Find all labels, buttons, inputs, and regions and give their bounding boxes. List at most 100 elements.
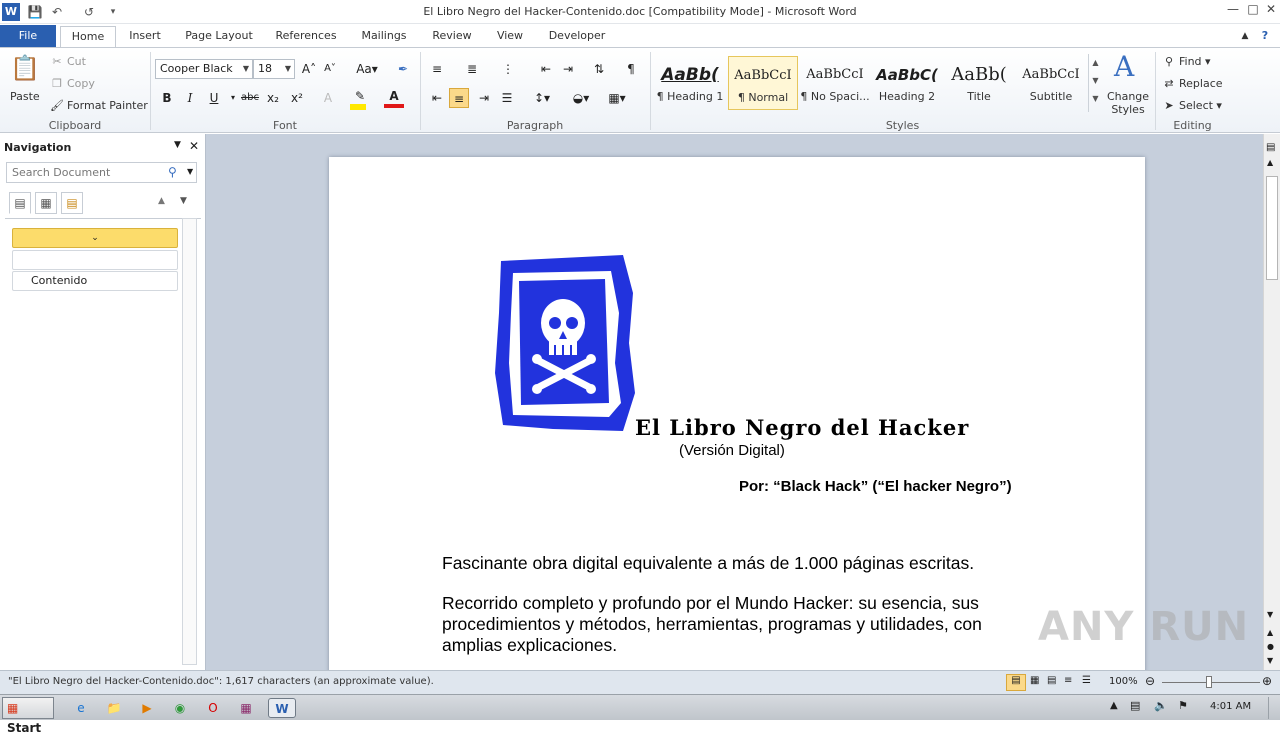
volume-icon[interactable]: 🔈 bbox=[1154, 699, 1168, 712]
style-heading-1[interactable]: AaBb(¶ Heading 1 bbox=[655, 56, 725, 110]
previous-heading-icon[interactable]: ▲ bbox=[158, 196, 165, 206]
tab-home[interactable]: Home bbox=[60, 26, 116, 47]
nav-heading-item[interactable] bbox=[12, 250, 178, 270]
tab-file[interactable]: File bbox=[0, 25, 56, 47]
action-center-flag-icon[interactable]: ⚑ bbox=[1178, 699, 1188, 712]
nav-heading-item-selected[interactable]: ⌄ bbox=[12, 228, 178, 248]
nav-heading-contenido[interactable]: Contenido bbox=[12, 271, 178, 291]
zoom-in-icon[interactable]: ⊕ bbox=[1262, 674, 1272, 688]
multilevel-list-icon[interactable]: ⋮ bbox=[498, 59, 518, 79]
bold-button[interactable]: B bbox=[157, 88, 177, 108]
help-icon[interactable]: ? bbox=[1256, 26, 1274, 47]
superscript-button[interactable]: x² bbox=[287, 88, 307, 108]
sort-icon[interactable]: ⇅ bbox=[589, 59, 609, 79]
find-button[interactable]: ⚲ Find ▾ bbox=[1162, 55, 1211, 68]
style-subtitle[interactable]: AaBbCcI Subtitle bbox=[1016, 56, 1086, 110]
minimize-ribbon-icon[interactable]: ▲ bbox=[1236, 26, 1254, 47]
scroll-up-icon[interactable]: ▲ bbox=[1267, 158, 1273, 167]
justify-icon[interactable]: ☰ bbox=[497, 88, 517, 108]
draft-icon[interactable]: ☰ bbox=[1082, 675, 1091, 686]
ie-icon[interactable]: e bbox=[70, 698, 92, 718]
strikethrough-button[interactable]: abc bbox=[238, 88, 262, 108]
copy-button[interactable]: ❐ Copy bbox=[50, 77, 95, 90]
shading-icon[interactable]: ◒▾ bbox=[568, 88, 594, 108]
font-size-combo[interactable]: 18 ▼ bbox=[253, 59, 295, 79]
tab-insert[interactable]: Insert bbox=[122, 26, 168, 47]
document-page[interactable]: El Libro Negro del Hacker (Versión Digit… bbox=[329, 157, 1145, 670]
subscript-button[interactable]: x₂ bbox=[263, 88, 283, 108]
scroll-down-icon[interactable]: ▼ bbox=[1267, 610, 1273, 619]
next-page-icon[interactable]: ▼ bbox=[1267, 656, 1273, 665]
style-title[interactable]: AaBb(Title bbox=[944, 56, 1014, 110]
change-styles-button[interactable]: Change Styles bbox=[1106, 90, 1150, 116]
italic-button[interactable]: I bbox=[180, 88, 200, 108]
print-layout-icon[interactable]: ▤ bbox=[1006, 674, 1026, 691]
maximize-icon[interactable]: □ bbox=[1244, 2, 1262, 18]
select-browse-object-icon[interactable]: ● bbox=[1267, 642, 1274, 651]
tab-developer[interactable]: Developer bbox=[544, 26, 610, 47]
winrar-icon[interactable]: ▦ bbox=[235, 698, 257, 718]
borders-icon[interactable]: ▦▾ bbox=[604, 88, 630, 108]
select-button[interactable]: ➤ Select ▾ bbox=[1162, 99, 1222, 112]
decrease-indent-icon[interactable]: ⇤ bbox=[536, 59, 556, 79]
pilcrow-icon[interactable]: ¶ bbox=[621, 59, 641, 79]
previous-page-icon[interactable]: ▲ bbox=[1267, 628, 1273, 637]
shrink-font-icon[interactable]: A˅ bbox=[320, 59, 340, 79]
highlight-icon[interactable]: ✎ bbox=[350, 86, 370, 106]
align-right-icon[interactable]: ⇥ bbox=[474, 88, 494, 108]
style-normal[interactable]: AaBbCcI ¶ Normal bbox=[728, 56, 798, 110]
tab-mailings[interactable]: Mailings bbox=[352, 26, 416, 47]
styles-scroll-icon[interactable]: ▲ ▼ ▼ bbox=[1088, 54, 1102, 112]
nav-scrollbar[interactable] bbox=[182, 218, 197, 665]
browse-pages-icon[interactable]: ▦ bbox=[35, 192, 57, 214]
full-screen-reading-icon[interactable]: ▦ bbox=[1030, 675, 1039, 686]
line-spacing-icon[interactable]: ↕▾ bbox=[530, 88, 554, 108]
zoom-out-icon[interactable]: ⊖ bbox=[1145, 674, 1155, 688]
bullets-icon[interactable]: ≡ bbox=[427, 59, 447, 79]
grow-font-icon[interactable]: A˄ bbox=[299, 59, 319, 79]
style-no-spacing[interactable]: AaBbCcI ¶ No Spaci... bbox=[800, 56, 870, 110]
underline-button[interactable]: U bbox=[204, 88, 224, 108]
close-icon[interactable]: ✕ bbox=[1262, 2, 1280, 18]
clear-formatting-icon[interactable]: ✒ bbox=[393, 59, 413, 79]
zoom-level[interactable]: 100% bbox=[1109, 676, 1138, 687]
web-layout-icon[interactable]: ▤ bbox=[1047, 675, 1056, 686]
search-icon[interactable]: ⚲ bbox=[168, 165, 177, 179]
scroll-thumb[interactable] bbox=[1266, 176, 1278, 280]
next-heading-icon[interactable]: ▼ bbox=[180, 196, 187, 206]
font-name-combo[interactable]: Cooper Black ▼ bbox=[155, 59, 253, 79]
word-taskbar-icon[interactable]: W bbox=[268, 698, 296, 718]
tab-page-layout[interactable]: Page Layout bbox=[180, 26, 258, 47]
tab-view[interactable]: View bbox=[490, 26, 530, 47]
format-painter-button[interactable]: 🖌 Format Painter bbox=[50, 99, 148, 112]
network-icon[interactable]: ▤ bbox=[1130, 699, 1140, 712]
browse-headings-icon[interactable]: ▤ bbox=[9, 192, 31, 214]
change-case-icon[interactable]: Aa▾ bbox=[354, 59, 380, 79]
nav-close-icon[interactable]: ✕ bbox=[189, 139, 199, 153]
chrome-icon[interactable]: ◉ bbox=[169, 698, 191, 718]
outline-icon[interactable]: ≡ bbox=[1064, 675, 1072, 686]
text-effects-icon[interactable]: A bbox=[318, 88, 338, 108]
style-heading-2[interactable]: AaBbC(Heading 2 bbox=[872, 56, 942, 110]
search-dropdown-icon[interactable]: ▼ bbox=[187, 167, 193, 176]
minimize-icon[interactable]: — bbox=[1224, 2, 1242, 18]
ruler-toggle-icon[interactable]: ▤ bbox=[1266, 142, 1275, 153]
cut-button[interactable]: ✂ Cut bbox=[50, 55, 86, 68]
change-styles-icon[interactable]: A bbox=[1114, 50, 1134, 83]
tab-review[interactable]: Review bbox=[426, 26, 478, 47]
clock[interactable]: 4:01 AM bbox=[1210, 701, 1251, 712]
tab-references[interactable]: References bbox=[270, 26, 342, 47]
nav-menu-icon[interactable]: ▼ bbox=[174, 140, 181, 150]
paste-button[interactable]: Paste bbox=[10, 90, 40, 103]
explorer-icon[interactable]: 📁 bbox=[103, 698, 125, 718]
show-hidden-icons[interactable]: ▲ bbox=[1110, 700, 1118, 711]
vertical-scrollbar[interactable]: ▤ ▲ ▼ ▲ ● ▼ bbox=[1263, 134, 1280, 670]
replace-button[interactable]: ⇄ Replace bbox=[1162, 77, 1222, 90]
opera-icon[interactable]: O bbox=[202, 698, 224, 718]
show-desktop-button[interactable] bbox=[1268, 697, 1278, 719]
font-color-icon[interactable]: A bbox=[384, 86, 404, 108]
increase-indent-icon[interactable]: ⇥ bbox=[558, 59, 578, 79]
start-button[interactable]: ▦ Start bbox=[2, 697, 54, 735]
align-center-icon[interactable]: ≡ bbox=[449, 88, 469, 108]
zoom-slider-thumb[interactable] bbox=[1206, 676, 1212, 688]
